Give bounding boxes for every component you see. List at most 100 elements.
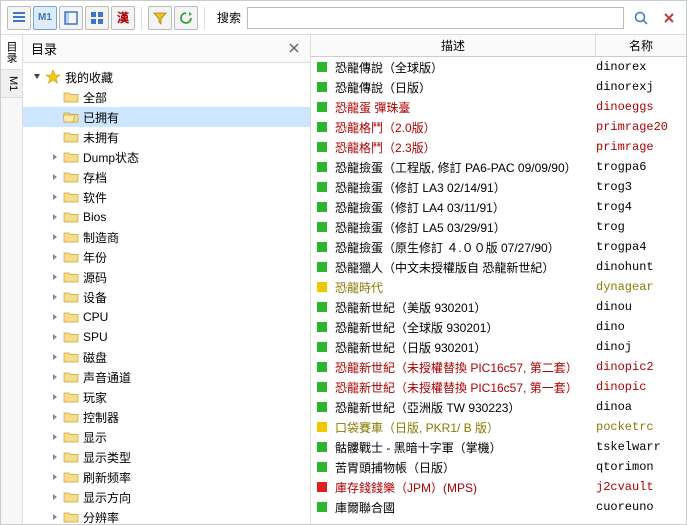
row-name: dinoj xyxy=(596,340,686,354)
expander-icon[interactable] xyxy=(49,311,61,323)
tree-node[interactable]: 磁盘 xyxy=(23,347,310,367)
list-row[interactable]: 恐龍撿蛋（修訂 LA4 03/11/91）trog4 xyxy=(311,197,686,217)
tree-node[interactable]: CPU xyxy=(23,307,310,327)
row-name: dinorex xyxy=(596,60,686,74)
search-clear-button[interactable] xyxy=(658,7,680,29)
expander-icon[interactable] xyxy=(49,291,61,303)
list-row[interactable]: 恐龍新世紀（美版 930201）dinou xyxy=(311,297,686,317)
tree-node[interactable]: 软件 xyxy=(23,187,310,207)
expander-icon[interactable] xyxy=(49,151,61,163)
tree-header: 目录 xyxy=(23,35,310,63)
expander-icon[interactable] xyxy=(49,331,61,343)
tree-node[interactable]: 制造商 xyxy=(23,227,310,247)
list-row[interactable]: 庫存錢錢樂（JPM）(MPS)j2cvault xyxy=(311,477,686,497)
toolbar-btn-list[interactable] xyxy=(59,6,83,30)
toolbar-sep xyxy=(141,7,142,29)
tree-root-favorites[interactable]: 我的收藏 xyxy=(23,67,310,87)
tree-node[interactable]: 显示方向 xyxy=(23,487,310,507)
expander-icon[interactable] xyxy=(49,371,61,383)
list-row[interactable]: 恐龍撿蛋（修訂 LA3 02/14/91）trog3 xyxy=(311,177,686,197)
tree-node-label: 未拥有 xyxy=(83,129,119,146)
tree-node[interactable]: Bios xyxy=(23,207,310,227)
tree-node[interactable]: 控制器 xyxy=(23,407,310,427)
tree-node-label: 全部 xyxy=(83,89,107,106)
search-input[interactable] xyxy=(247,7,624,29)
expander-icon[interactable] xyxy=(49,491,61,503)
tree-node[interactable]: 年份 xyxy=(23,247,310,267)
list-row[interactable]: 恐龍撿蛋（修訂 LA5 03/29/91）trog xyxy=(311,217,686,237)
tree-node[interactable]: Dump状态 xyxy=(23,147,310,167)
list-panel: 描述 名称 恐龍傳說（全球版）dinorex恐龍傳說（日版）dinorexj恐龍… xyxy=(311,35,686,524)
list-row[interactable]: 恐龍獵人（中文未授權版自 恐龍新世紀）dinohunt xyxy=(311,257,686,277)
col-header-desc[interactable]: 描述 xyxy=(311,35,596,56)
toolbar-btn-m1[interactable]: M1 xyxy=(33,6,57,30)
list-row[interactable]: 苦胃頭捕物帳（日版）qtorimon xyxy=(311,457,686,477)
tree-node[interactable]: 分辨率 xyxy=(23,507,310,524)
expander-icon[interactable] xyxy=(49,471,61,483)
tree-node[interactable]: 已拥有 xyxy=(23,107,310,127)
expander-icon[interactable] xyxy=(49,351,61,363)
tree-node-label: 刷新频率 xyxy=(83,469,131,486)
status-square-icon xyxy=(317,382,327,392)
list-row[interactable]: 恐龍傳說（全球版）dinorex xyxy=(311,57,686,77)
status-square-icon xyxy=(317,102,327,112)
tree-node[interactable]: 显示 xyxy=(23,427,310,447)
tree-node-label: 我的收藏 xyxy=(65,69,113,86)
list-row[interactable]: 恐龍新世紀（未授權替換 PIC16c57, 第二套）dinopic2 xyxy=(311,357,686,377)
list-row[interactable]: 恐龍格鬥（2.0版）primrage20 xyxy=(311,117,686,137)
list-row[interactable]: 恐龍新世紀（日版 930201）dinoj xyxy=(311,337,686,357)
expander-icon[interactable] xyxy=(49,191,61,203)
sidetab-m1[interactable]: M1 xyxy=(1,70,22,98)
toolbar-btn-filter[interactable] xyxy=(148,6,172,30)
row-name: dynagear xyxy=(596,280,686,294)
col-header-name[interactable]: 名称 xyxy=(596,35,686,56)
list-row[interactable]: 恐龍新世紀（未授權替換 PIC16c57, 第一套）dinopic xyxy=(311,377,686,397)
list-row[interactable]: 恐龍撿蛋（原生修訂 ４.００版 07/27/90）trogpa4 xyxy=(311,237,686,257)
list-row[interactable]: 恐龍撿蛋（工程版, 修訂 PA6-PAC 09/09/90）trogpa6 xyxy=(311,157,686,177)
tree-header-title: 目录 xyxy=(31,39,57,58)
expander-icon[interactable] xyxy=(49,211,61,223)
folder-icon xyxy=(63,109,79,125)
tree-node[interactable]: SPU xyxy=(23,327,310,347)
expander-icon[interactable] xyxy=(49,271,61,283)
expander-icon[interactable] xyxy=(49,171,61,183)
list-row[interactable]: 庫爾聯合國cuoreuno xyxy=(311,497,686,517)
list-row[interactable]: 恐龍新世紀（亞洲版 TW 930223）dinoa xyxy=(311,397,686,417)
toolbar-btn-han[interactable]: 漢 xyxy=(111,6,135,30)
tree-close-button[interactable] xyxy=(288,42,302,56)
sidetab-directory[interactable]: 目录 xyxy=(1,35,22,70)
search-button[interactable] xyxy=(630,7,652,29)
tree-node-label: 分辨率 xyxy=(83,509,119,525)
tree-node[interactable]: 全部 xyxy=(23,87,310,107)
status-square-icon xyxy=(317,222,327,232)
tree-node[interactable]: 玩家 xyxy=(23,387,310,407)
tree-node[interactable]: 源码 xyxy=(23,267,310,287)
list-row[interactable]: 口袋賽車（日版, PKR1/ B 版）pocketrc xyxy=(311,417,686,437)
tree-node[interactable]: 设备 xyxy=(23,287,310,307)
tree-node[interactable]: 声音通道 xyxy=(23,367,310,387)
list-row[interactable]: 恐龍時代dynagear xyxy=(311,277,686,297)
tree-node[interactable]: 存档 xyxy=(23,167,310,187)
expander-icon[interactable] xyxy=(49,411,61,423)
expander-icon[interactable] xyxy=(49,391,61,403)
expander-icon[interactable] xyxy=(49,251,61,263)
row-desc: 恐龍時代 xyxy=(335,279,596,296)
list-row[interactable]: 恐龍格鬥（2.3版）primrage xyxy=(311,137,686,157)
list-row[interactable]: 恐龍蛋 彈珠臺dinoeggs xyxy=(311,97,686,117)
list-row[interactable]: 骷髏戰士 - 黑暗十字軍（掌機）tskelwarr xyxy=(311,437,686,457)
expander-icon[interactable] xyxy=(49,511,61,523)
expander-icon[interactable] xyxy=(49,231,61,243)
list-row[interactable]: 恐龍新世紀（全球版 930201）dino xyxy=(311,317,686,337)
folder-icon xyxy=(63,469,79,485)
status-square-icon xyxy=(317,162,327,172)
tree-node[interactable]: 刷新频率 xyxy=(23,467,310,487)
tree-node[interactable]: 未拥有 xyxy=(23,127,310,147)
list-row[interactable]: 恐龍傳說（日版）dinorexj xyxy=(311,77,686,97)
toolbar-btn-grid[interactable] xyxy=(85,6,109,30)
toolbar-btn-lines[interactable] xyxy=(7,6,31,30)
toolbar-btn-refresh[interactable] xyxy=(174,6,198,30)
status-square-icon xyxy=(317,182,327,192)
tree-node[interactable]: 显示类型 xyxy=(23,447,310,467)
expander-icon[interactable] xyxy=(49,431,61,443)
expander-icon[interactable] xyxy=(49,451,61,463)
